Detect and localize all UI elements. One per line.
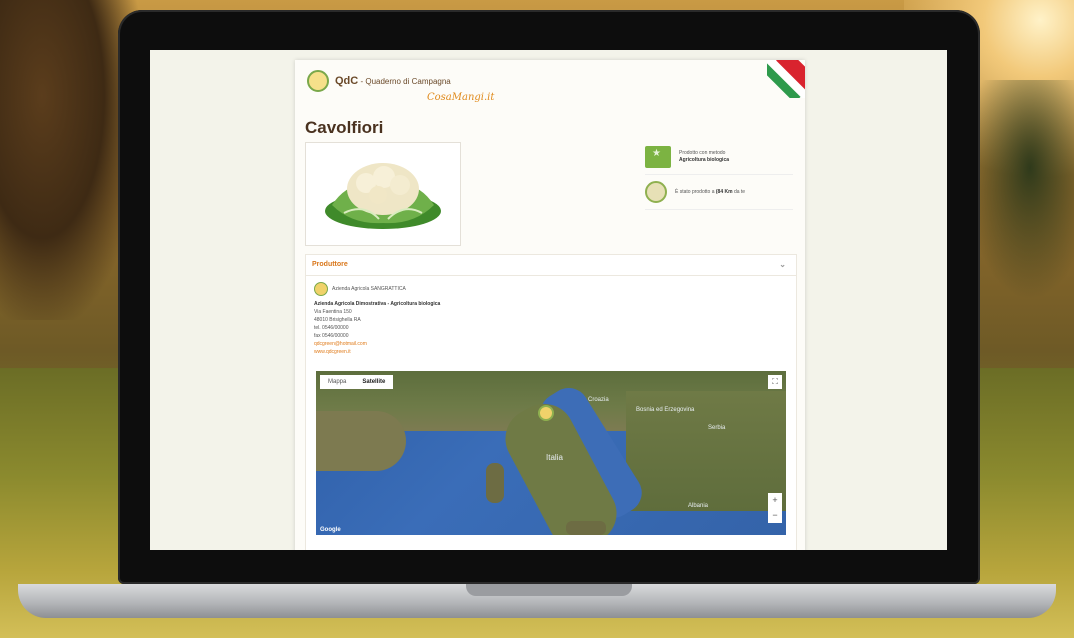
producer-website-link[interactable]: www.qdcgreen.it bbox=[314, 348, 788, 356]
producer-details: Azienda Agricola SANGRATTICA Azienda Agr… bbox=[306, 276, 796, 362]
web-page: QdC - Quaderno di Campagna CosaMangi.it … bbox=[295, 60, 805, 550]
zoom-in-button[interactable]: + bbox=[768, 493, 782, 508]
producer-logo-icon bbox=[314, 282, 328, 296]
map-type-toggle: Mappa Satellite bbox=[320, 375, 394, 389]
brand-subtitle: - Quaderno di Campagna bbox=[358, 77, 451, 86]
distance-line1: È stato prodotto a bbox=[675, 188, 715, 195]
brand-name-text: QdC bbox=[335, 75, 359, 87]
page-title: Cavolfiori bbox=[305, 118, 384, 137]
cert-organic-line1: Prodotto con metodo bbox=[679, 150, 726, 156]
km-badge-icon bbox=[645, 181, 667, 203]
brand-name[interactable]: QdC - Quaderno di Campagna bbox=[335, 75, 451, 87]
organic-certification: Prodotto con metodo Agricoltura biologic… bbox=[645, 140, 793, 175]
laptop-screen: QdC - Quaderno di Campagna CosaMangi.it … bbox=[150, 50, 947, 550]
map-land-sicily bbox=[566, 521, 606, 535]
map-button[interactable]: Mappa bbox=[320, 375, 354, 389]
producer-logo-text: Azienda Agricola SANGRATTICA bbox=[332, 286, 406, 292]
map-label-albania: Albania bbox=[688, 503, 709, 509]
chevron-down-icon[interactable]: ⌄ bbox=[779, 255, 786, 275]
italy-flag-icon bbox=[767, 60, 805, 98]
producer-fax: fax 0546/00000 bbox=[314, 333, 349, 339]
cauliflower-image bbox=[325, 163, 441, 229]
fullscreen-icon[interactable]: ⛶ bbox=[768, 375, 782, 389]
map-label-bosnia: Bosnia ed Erzegovina bbox=[636, 407, 695, 413]
cosamangi-logo[interactable]: CosaMangi.it bbox=[427, 92, 494, 103]
map-pin-icon[interactable] bbox=[538, 405, 554, 421]
eu-organic-leaf-icon bbox=[645, 146, 671, 168]
producer-section-title: Produttore bbox=[312, 261, 348, 268]
producer-name: Azienda Agricola Dimostrativa - Agricolt… bbox=[314, 301, 441, 307]
producer-address: Via Faentina 150 bbox=[314, 309, 352, 315]
laptop-notch bbox=[466, 584, 632, 596]
producer-city: 48010 Brisighella RA bbox=[314, 317, 361, 323]
satellite-button[interactable]: Satellite bbox=[354, 375, 393, 389]
certifications-panel: Prodotto con metodo Agricoltura biologic… bbox=[645, 140, 793, 210]
google-attribution: Google bbox=[320, 527, 341, 533]
zoom-control: + − bbox=[768, 493, 782, 523]
producer-section: Produttore ⌄ Azienda Agricola SANGRATTIC… bbox=[305, 254, 797, 550]
product-image[interactable] bbox=[305, 142, 461, 246]
background-tree-right bbox=[964, 80, 1074, 300]
map-land-west bbox=[316, 411, 406, 471]
cert-organic-line2: Agricoltura biologica bbox=[679, 157, 730, 163]
map-label-croazia: Croazia bbox=[588, 397, 609, 403]
map-label-serbia: Serbia bbox=[708, 425, 726, 431]
map-label-italia: Italia bbox=[546, 453, 563, 462]
distance-line2: da te bbox=[733, 188, 746, 195]
map-land-sardinia bbox=[486, 463, 504, 503]
producer-map[interactable]: Italia Croazia Bosnia ed Erzegovina Serb… bbox=[316, 371, 786, 535]
zoom-out-button[interactable]: − bbox=[768, 508, 782, 523]
distance-info: È stato prodotto a (84 Km da te bbox=[645, 175, 793, 210]
qdc-logo-icon[interactable] bbox=[307, 70, 329, 92]
producer-email-link[interactable]: qdcgreen@hotmail.com bbox=[314, 340, 788, 348]
producer-section-header[interactable]: Produttore ⌄ bbox=[306, 255, 796, 276]
distance-km: (84 Km bbox=[715, 188, 733, 195]
producer-tel: tel. 0546/00000 bbox=[314, 325, 349, 331]
